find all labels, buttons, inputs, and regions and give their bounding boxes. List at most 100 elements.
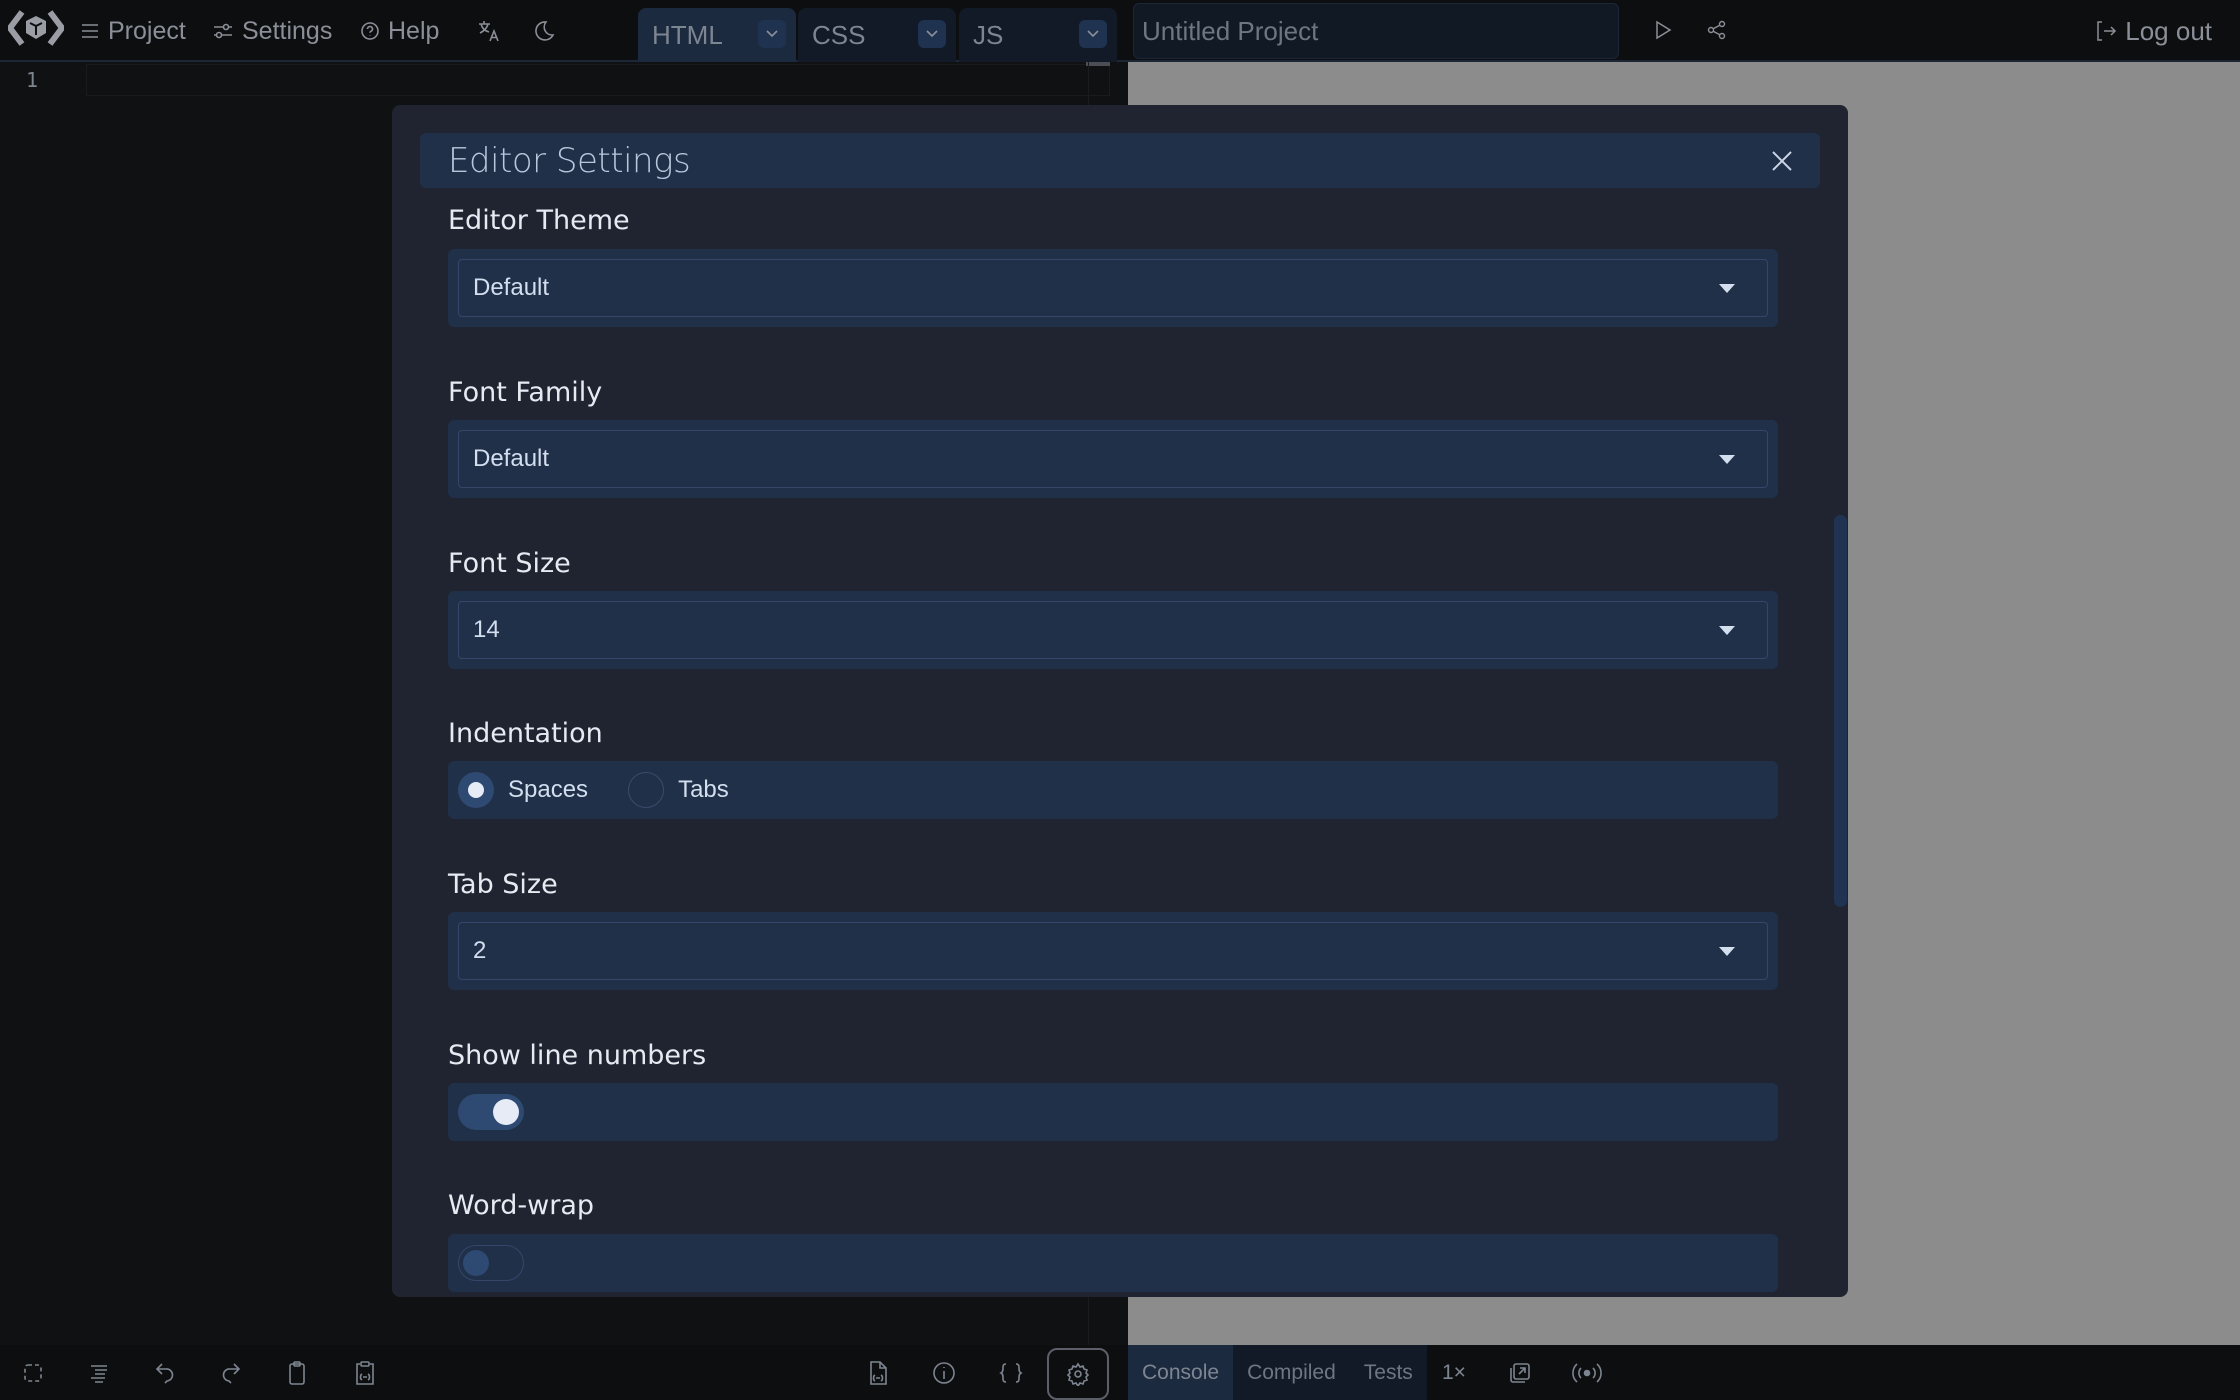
project-title-input[interactable]: [1133, 3, 1619, 59]
info-button[interactable]: [926, 1355, 962, 1391]
css-language-dropdown[interactable]: [918, 20, 946, 48]
info-icon: [933, 1362, 955, 1384]
word-wrap-field: [448, 1234, 1778, 1292]
language-button[interactable]: [476, 0, 502, 62]
editor-theme-label: Editor Theme: [448, 205, 630, 236]
indentation-label: Indentation: [448, 718, 603, 749]
app: Project Settings Help HTML CSS JS Untitl…: [0, 0, 2240, 1400]
tab-html[interactable]: HTML: [638, 8, 796, 62]
copy-as-url-icon: [356, 1361, 374, 1385]
font-size-value: 14: [473, 616, 500, 643]
format-icon: [91, 1365, 107, 1383]
translate-icon: [479, 21, 499, 42]
bottom-toolbar: [0, 1345, 2240, 1400]
show-line-numbers-label: Show line numbers: [448, 1040, 707, 1071]
tab-js[interactable]: JS: [959, 8, 1117, 62]
font-size-label: Font Size: [448, 548, 571, 579]
html-language-dropdown[interactable]: [758, 20, 786, 48]
broadcast-button[interactable]: [1571, 1357, 1603, 1389]
indentation-radio-group: Spaces Tabs: [448, 761, 1778, 819]
font-size-field: 14: [448, 591, 1778, 669]
close-button[interactable]: [1766, 145, 1798, 177]
theme-toggle[interactable]: [532, 0, 556, 62]
tab-css[interactable]: CSS: [798, 8, 956, 62]
braces-icon: [999, 1363, 1023, 1383]
tab-size-value: 2: [473, 937, 487, 964]
top-bar: Project Settings Help HTML CSS JS Untitl…: [0, 0, 2240, 62]
copy-as-url-button[interactable]: [347, 1355, 383, 1391]
indentation-spaces-label: Spaces: [508, 776, 589, 803]
settings-menu-label: Settings: [242, 16, 333, 45]
font-family-label: Font Family: [448, 377, 603, 408]
braces-button[interactable]: [993, 1355, 1029, 1391]
tab-compiled[interactable]: Compiled: [1233, 1345, 1350, 1400]
broadcast-icon: [1572, 1363, 1602, 1383]
show-line-numbers-toggle[interactable]: [458, 1094, 524, 1130]
tab-console[interactable]: Console: [1128, 1345, 1234, 1400]
current-line-highlight: [86, 64, 1110, 96]
chevron-down-icon: [1087, 30, 1099, 38]
share-file-icon: [870, 1361, 887, 1385]
dropdown-arrow-icon: [1719, 947, 1735, 956]
speed-button[interactable]: 1×: [1442, 1345, 1466, 1400]
dropdown-arrow-icon: [1719, 626, 1735, 635]
tab-tests[interactable]: Tests: [1349, 1345, 1427, 1400]
editor-settings-dialog: Editor Settings Editor Theme Default Fon…: [392, 105, 1848, 1297]
dialog-scrollbar[interactable]: [1834, 515, 1847, 907]
editor-settings-button[interactable]: [1047, 1348, 1109, 1400]
dropdown-arrow-icon: [1719, 455, 1735, 464]
chevron-down-icon: [766, 30, 778, 38]
share-button[interactable]: [1702, 14, 1732, 46]
editor-theme-select[interactable]: Default: [458, 259, 1768, 317]
moon-icon: [535, 21, 555, 41]
line-number: 1: [26, 68, 39, 92]
logout-label: Log out: [2125, 15, 2212, 46]
redo-icon: [222, 1363, 241, 1384]
help-menu[interactable]: Help: [360, 0, 439, 62]
open-external-button[interactable]: [1504, 1357, 1536, 1389]
editor-theme-field: Default: [448, 249, 1778, 327]
run-button[interactable]: [1648, 14, 1678, 46]
undo-icon: [155, 1363, 174, 1384]
project-menu-label: Project: [108, 16, 186, 45]
font-family-value: Default: [473, 445, 550, 472]
help-circle-icon: [361, 22, 379, 40]
word-wrap-label: Word-wrap: [448, 1190, 595, 1221]
share-icon: [1707, 20, 1726, 40]
settings-menu[interactable]: Settings: [212, 0, 332, 62]
tab-size-field: 2: [448, 912, 1778, 990]
tab-js-label: JS: [973, 19, 1004, 50]
chevron-down-icon: [926, 30, 938, 38]
select-all-button[interactable]: [15, 1355, 51, 1391]
js-language-dropdown[interactable]: [1079, 20, 1107, 48]
editor-scrollbar[interactable]: [1086, 62, 1110, 66]
format-button[interactable]: [81, 1355, 117, 1391]
indentation-spaces-radio[interactable]: Spaces: [458, 772, 588, 808]
dialog-header: Editor Settings: [420, 133, 1820, 188]
radio-selected-icon: [458, 772, 494, 808]
tab-html-label: HTML: [652, 19, 723, 50]
console-tabs: Console Compiled Tests: [1128, 1345, 1427, 1400]
share-file-button[interactable]: [860, 1355, 896, 1391]
editor-theme-value: Default: [473, 274, 550, 301]
select-all-icon: [24, 1364, 42, 1382]
hamburger-icon: [82, 24, 98, 38]
show-line-numbers-field: [448, 1083, 1778, 1141]
project-menu[interactable]: Project: [80, 0, 186, 62]
radio-unselected-icon: [628, 772, 665, 808]
undo-button[interactable]: [147, 1355, 183, 1391]
play-icon: [1656, 20, 1672, 40]
logout-button[interactable]: Log out: [2095, 0, 2212, 62]
copy-icon: [289, 1361, 305, 1385]
font-family-field: Default: [448, 420, 1778, 498]
tab-css-label: CSS: [812, 19, 866, 50]
word-wrap-toggle[interactable]: [458, 1245, 524, 1281]
help-menu-label: Help: [388, 16, 440, 45]
redo-button[interactable]: [213, 1355, 249, 1391]
font-family-select[interactable]: Default: [458, 430, 1768, 488]
copy-button[interactable]: [279, 1355, 315, 1391]
font-size-select[interactable]: 14: [458, 601, 1768, 659]
app-logo[interactable]: [8, 8, 64, 48]
tab-size-select[interactable]: 2: [458, 922, 1768, 980]
indentation-tabs-radio[interactable]: Tabs: [628, 772, 729, 808]
